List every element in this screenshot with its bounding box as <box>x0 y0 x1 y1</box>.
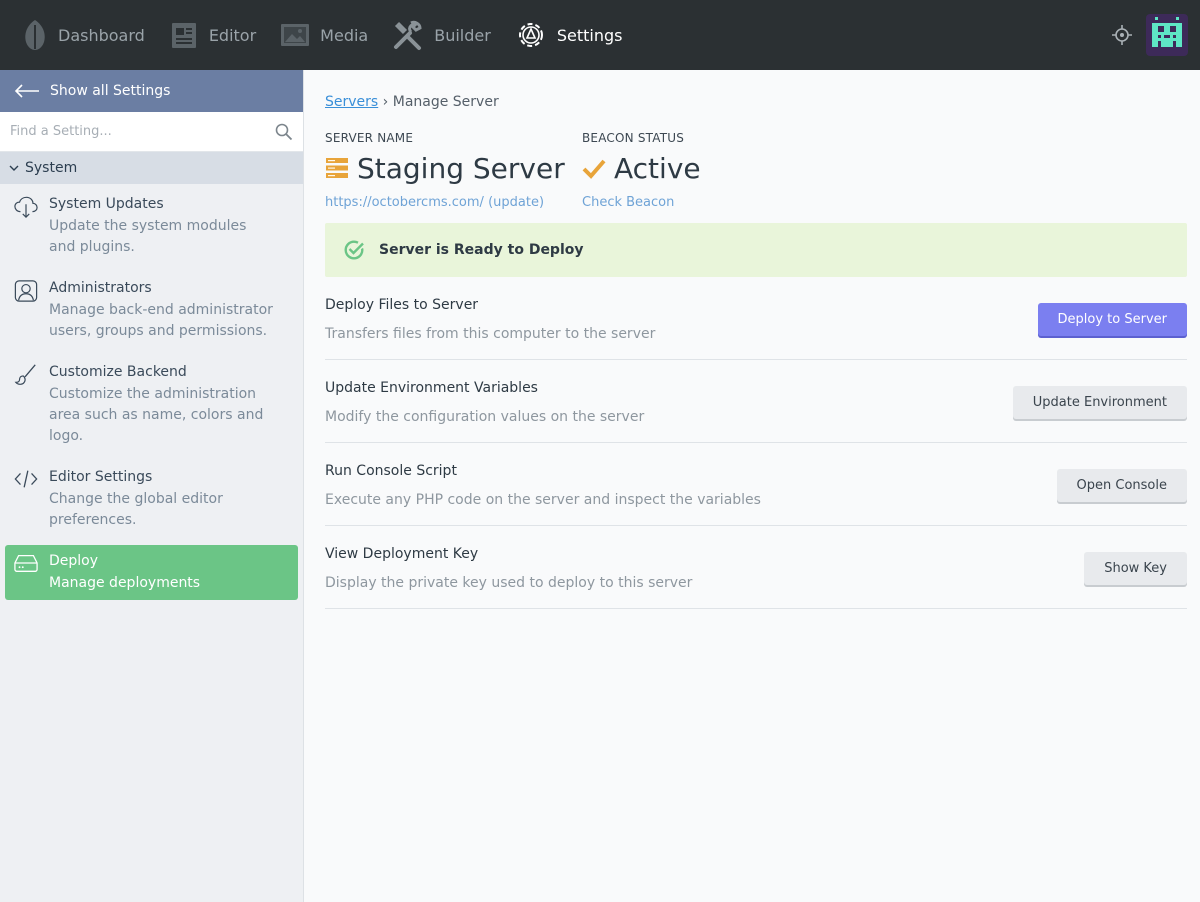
beacon-status-block: BEACON STATUS Active Check Beacon <box>582 131 701 210</box>
chevron-down-icon <box>9 165 19 171</box>
settings-search <box>0 112 303 152</box>
nav-builder-label: Builder <box>434 25 491 45</box>
check-circle-icon <box>344 240 364 260</box>
action-row-deploy: Deploy Files to Server Transfers files f… <box>325 277 1187 360</box>
breadcrumb-separator: › <box>382 94 389 110</box>
breadcrumb-current: Manage Server <box>392 94 499 110</box>
update-environment-button[interactable]: Update Environment <box>1012 386 1187 419</box>
nav-settings-label: Settings <box>556 25 623 45</box>
top-nav: Dashboard Editor Media Builder Settings <box>0 0 1200 70</box>
sidebar-item-administrators[interactable]: Administrators Manage back-end administr… <box>0 268 303 352</box>
action-desc: Display the private key used to deploy t… <box>325 575 693 591</box>
builder-icon <box>394 20 422 50</box>
sidebar-item-customize-backend[interactable]: Customize Backend Customize the administ… <box>0 352 303 457</box>
leaf-icon <box>25 20 45 50</box>
nav-editor[interactable]: Editor <box>157 0 268 70</box>
main-content: Servers › Manage Server SERVER NAME Stag… <box>305 70 1200 902</box>
action-row-key: View Deployment Key Display the private … <box>325 526 1187 609</box>
settings-icon <box>518 23 543 47</box>
settings-sidebar: Show all Settings System System Updates … <box>0 70 304 902</box>
breadcrumb: Servers › Manage Server <box>325 94 499 110</box>
sidebar-item-editor-settings[interactable]: Editor Settings Change the global editor… <box>0 457 303 541</box>
open-console-button[interactable]: Open Console <box>1056 469 1187 502</box>
sidebar-item-desc: Change the global editor preferences. <box>49 491 223 528</box>
server-update-link[interactable]: (update) <box>488 195 544 210</box>
server-url-link[interactable]: https://octobercms.com/ <box>325 195 484 210</box>
beacon-status: Active <box>582 151 701 185</box>
show-all-settings-link[interactable]: Show all Settings <box>0 70 303 112</box>
ready-to-deploy-banner: Server is Ready to Deploy <box>325 223 1187 277</box>
sidebar-item-desc: Manage back-end administrator users, gro… <box>49 302 273 339</box>
server-name-block: SERVER NAME Staging Server https://octob… <box>325 131 565 210</box>
check-beacon-link[interactable]: Check Beacon <box>582 195 701 210</box>
brush-icon <box>14 362 38 447</box>
action-desc: Transfers files from this computer to th… <box>325 326 656 342</box>
action-title: Deploy Files to Server <box>325 297 479 313</box>
group-system[interactable]: System <box>0 152 303 184</box>
action-row-environment: Update Environment Variables Modify the … <box>325 360 1187 443</box>
beacon-status-value: Active <box>614 151 701 185</box>
beacon-status-label: BEACON STATUS <box>582 131 685 145</box>
settings-search-input[interactable] <box>10 124 275 139</box>
sidebar-item-system-updates[interactable]: System Updates Update the system modules… <box>0 184 303 268</box>
avatar[interactable] <box>1146 14 1188 56</box>
code-icon <box>14 467 38 531</box>
search-icon[interactable] <box>275 123 293 141</box>
action-title: View Deployment Key <box>325 546 479 562</box>
action-desc: Execute any PHP code on the server and i… <box>325 492 761 508</box>
editor-icon <box>171 23 196 48</box>
check-icon <box>582 159 606 179</box>
server-name: Staging Server <box>325 151 565 185</box>
nav-dashboard-label: Dashboard <box>58 25 145 45</box>
sidebar-item-title: Editor Settings <box>49 469 153 485</box>
sidebar-item-title: System Updates <box>49 196 164 212</box>
crosshair-icon[interactable] <box>1112 25 1132 45</box>
nav-settings[interactable]: Settings <box>503 0 635 70</box>
ready-message: Server is Ready to Deploy <box>379 242 584 258</box>
sidebar-item-desc: Customize the administration area such a… <box>49 386 264 444</box>
media-icon <box>281 24 310 46</box>
server-name-label: SERVER NAME <box>325 131 414 145</box>
topbar-right <box>1112 0 1188 70</box>
sidebar-item-deploy[interactable]: Deploy Manage deployments <box>5 545 298 600</box>
action-title: Run Console Script <box>325 463 457 479</box>
sidebar-item-desc: Manage deployments <box>49 575 201 591</box>
arrow-left-icon <box>14 84 39 98</box>
action-row-console: Run Console Script Execute any PHP code … <box>325 443 1187 526</box>
sidebar-item-desc: Update the system modules and plugins. <box>49 218 247 255</box>
sidebar-item-title: Administrators <box>49 280 152 296</box>
action-title: Update Environment Variables <box>325 380 538 396</box>
sidebar-item-title: Deploy <box>49 553 99 569</box>
hard-drive-icon <box>14 551 38 594</box>
nav-editor-label: Editor <box>208 25 257 45</box>
nav-media-label: Media <box>320 25 369 45</box>
group-system-label: System <box>25 160 78 176</box>
pixel-monster-avatar <box>1152 17 1182 47</box>
action-desc: Modify the configuration values on the s… <box>325 409 645 425</box>
nav-dashboard[interactable]: Dashboard <box>0 0 157 70</box>
server-name-value: Staging Server <box>357 151 565 185</box>
server-url-line: https://octobercms.com/ (update) <box>325 195 565 210</box>
nav-media[interactable]: Media <box>268 0 380 70</box>
deploy-to-server-button[interactable]: Deploy to Server <box>1037 303 1187 336</box>
show-key-button[interactable]: Show Key <box>1084 552 1187 585</box>
user-portrait-icon <box>14 278 38 342</box>
show-all-settings-label: Show all Settings <box>50 83 171 99</box>
cloud-download-icon <box>14 194 38 258</box>
sidebar-item-title: Customize Backend <box>49 364 187 380</box>
server-icon <box>326 158 348 178</box>
nav-builder[interactable]: Builder <box>380 0 503 70</box>
breadcrumb-servers-link[interactable]: Servers <box>325 94 378 110</box>
